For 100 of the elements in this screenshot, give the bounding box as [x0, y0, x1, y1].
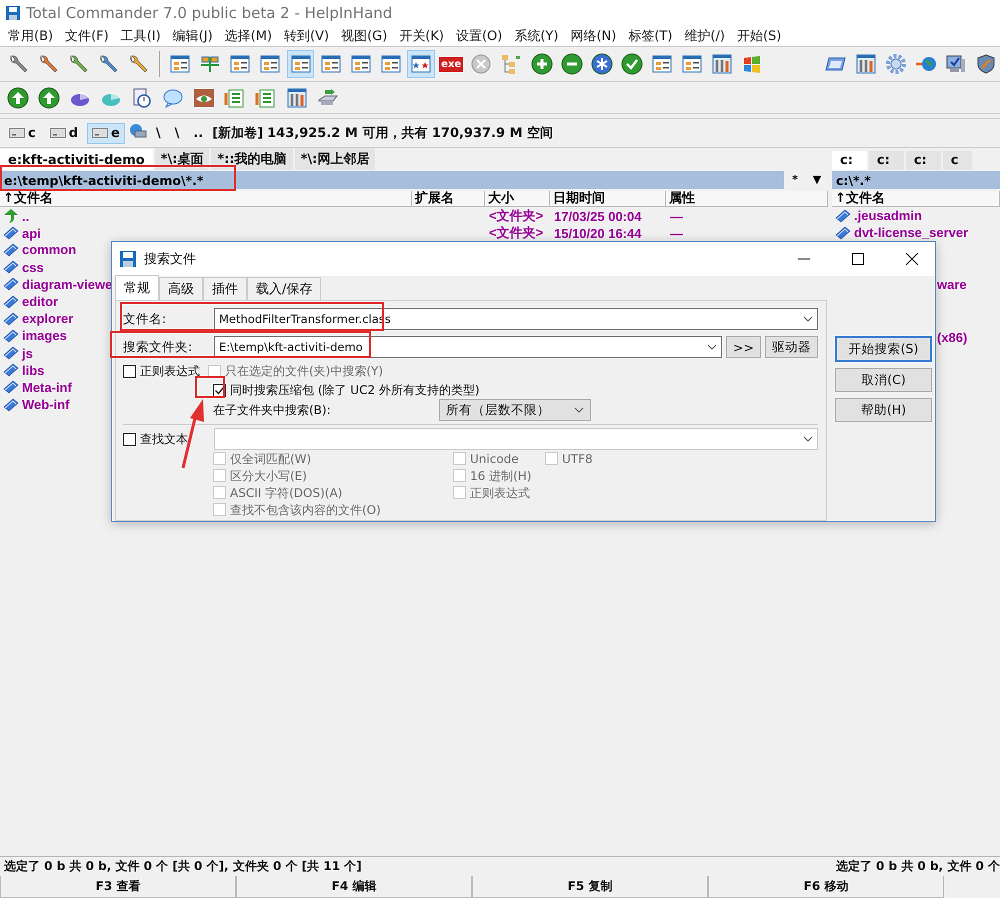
drive-button[interactable]: e	[87, 122, 125, 144]
path-field[interactable]: e:\temp\kft-activiti-demo\*.*	[0, 172, 784, 188]
file-name[interactable]: ..	[22, 208, 30, 224]
window-icon[interactable]	[169, 53, 192, 75]
dropdown-icon[interactable]	[707, 344, 718, 350]
dialog-tab[interactable]: 插件	[203, 277, 247, 300]
gear-icon[interactable]	[884, 53, 907, 75]
file-name[interactable]: dvt-license_server	[854, 225, 968, 240]
file-name[interactable]: js	[22, 346, 33, 361]
menu-item[interactable]: 标签(T)	[622, 26, 678, 44]
checkbox[interactable]	[123, 364, 136, 378]
maximize-icon[interactable]	[852, 253, 864, 265]
window-icon[interactable]	[229, 53, 252, 75]
menu-item[interactable]: 文件(F)	[59, 26, 115, 44]
menu-item[interactable]: 编辑(J)	[166, 26, 219, 44]
exe-icon[interactable]: exe	[439, 56, 464, 72]
folder-tree-icon[interactable]	[500, 53, 522, 75]
list-icon[interactable]	[224, 86, 246, 108]
circle-icon[interactable]	[470, 53, 492, 75]
dialog-tab[interactable]: 常规	[115, 275, 159, 300]
menu-item[interactable]: 转到(V)	[278, 26, 336, 44]
folder-tab[interactable]: c:	[906, 151, 941, 170]
menu-item[interactable]: 工具(I)	[114, 26, 167, 44]
file-name[interactable]: Meta-inf	[22, 380, 72, 395]
window-icon[interactable]	[259, 53, 282, 75]
menu-item[interactable]: 常用(B)	[2, 26, 60, 44]
file-name[interactable]: css	[22, 260, 44, 275]
path-button[interactable]: *	[784, 171, 806, 189]
menu-item[interactable]: 系统(Y)	[508, 26, 564, 44]
checkbox[interactable]	[123, 432, 136, 446]
path-link[interactable]: \	[150, 126, 166, 140]
menu-item[interactable]: 选择(M)	[218, 26, 278, 44]
file-name[interactable]: api	[22, 226, 41, 241]
file-name[interactable]: images	[22, 328, 67, 344]
browse-button[interactable]: >>	[726, 336, 761, 358]
check-icon[interactable]	[620, 53, 643, 75]
depth-dropdown[interactable]: 所有（层数不限）	[439, 399, 591, 421]
file-name[interactable]: common	[22, 242, 76, 258]
speech-bubble-icon[interactable]	[162, 86, 184, 108]
minus-icon[interactable]	[560, 53, 583, 75]
folder-tab[interactable]: e:kft-activiti-demo	[0, 149, 153, 170]
menu-item[interactable]: 开始(S)	[730, 26, 788, 44]
folder-tab[interactable]: c	[942, 151, 972, 170]
window-icon[interactable]	[681, 53, 704, 75]
menu-item[interactable]: 维护(/)	[678, 26, 731, 44]
function-key-button[interactable]: F4 编辑	[236, 876, 472, 898]
column-header[interactable]: 日期时间	[550, 191, 666, 207]
file-name[interactable]: explorer	[22, 311, 74, 326]
dropdown-icon[interactable]	[803, 436, 813, 442]
dropdown-icon[interactable]	[803, 316, 813, 322]
folder-tab[interactable]: c:	[832, 151, 867, 170]
dialog-tab[interactable]: 载入/保存	[247, 277, 322, 300]
eye-icon[interactable]	[193, 86, 215, 108]
menu-item[interactable]: 设置(O)	[450, 26, 508, 44]
column-header[interactable]: ↑文件名	[832, 191, 1000, 207]
path-link[interactable]: ..	[188, 126, 208, 140]
file-name[interactable]: diagram-viewe	[22, 276, 112, 292]
function-key-button[interactable]: F5 复制	[472, 876, 708, 898]
file-name[interactable]: ware	[937, 277, 967, 292]
folder-tab[interactable]: *\:网上邻居	[294, 148, 376, 170]
file-name[interactable]: editor	[22, 294, 58, 310]
column-header[interactable]: 属性	[666, 191, 828, 207]
window-icon[interactable]	[350, 53, 372, 75]
column-header[interactable]: 扩展名	[412, 191, 485, 207]
stars-icon[interactable]	[410, 53, 432, 75]
dialog-tab[interactable]: 高级	[159, 277, 203, 300]
asterisk-icon[interactable]	[590, 53, 613, 75]
close-icon[interactable]	[906, 253, 918, 265]
folder-tab[interactable]: c:	[868, 151, 904, 170]
drive-button[interactable]: c	[4, 122, 41, 144]
computer-icon[interactable]	[945, 53, 968, 75]
list-icon[interactable]	[255, 86, 277, 108]
file-name[interactable]: .jeusadmin	[854, 208, 922, 224]
window-icon[interactable]	[380, 53, 402, 75]
path-link[interactable]: \	[170, 126, 184, 140]
menu-item[interactable]: 网络(N)	[564, 26, 622, 44]
window-icon[interactable]	[290, 53, 312, 75]
file-name[interactable]: Web-inf	[22, 397, 70, 412]
path-button[interactable]: ▼	[806, 171, 828, 189]
folder-field[interactable]: E:\temp\kft-activiti-demo	[214, 336, 722, 358]
menu-item[interactable]: 开关(K)	[393, 26, 450, 44]
drive-button[interactable]: d	[44, 122, 84, 144]
shield-icon[interactable]	[975, 53, 998, 75]
window-icon[interactable]	[320, 53, 342, 75]
dialog-button[interactable]: 开始搜索(S)	[835, 336, 932, 362]
dialog-button[interactable]: 取消(C)	[835, 368, 932, 392]
function-key-button[interactable]: F3 查看	[0, 876, 236, 898]
window-icon[interactable]	[650, 53, 673, 75]
path-field[interactable]: c:\*.*	[832, 172, 1000, 188]
folder-tab[interactable]: *::我的电脑	[211, 148, 293, 170]
browse-button[interactable]: 驱动器	[765, 336, 818, 358]
column-header[interactable]: ↑文件名	[0, 191, 412, 207]
function-key-button[interactable]: F6 移动	[708, 876, 944, 898]
file-name[interactable]: libs	[22, 362, 44, 378]
text-field[interactable]	[214, 428, 818, 450]
column-header[interactable]: 大小	[485, 191, 550, 207]
stopwatch-icon[interactable]	[131, 86, 153, 108]
menu-item[interactable]: 视图(G)	[335, 26, 394, 44]
file-name[interactable]: (x86)	[937, 330, 968, 345]
dialog-button[interactable]: 帮助(H)	[835, 398, 932, 422]
